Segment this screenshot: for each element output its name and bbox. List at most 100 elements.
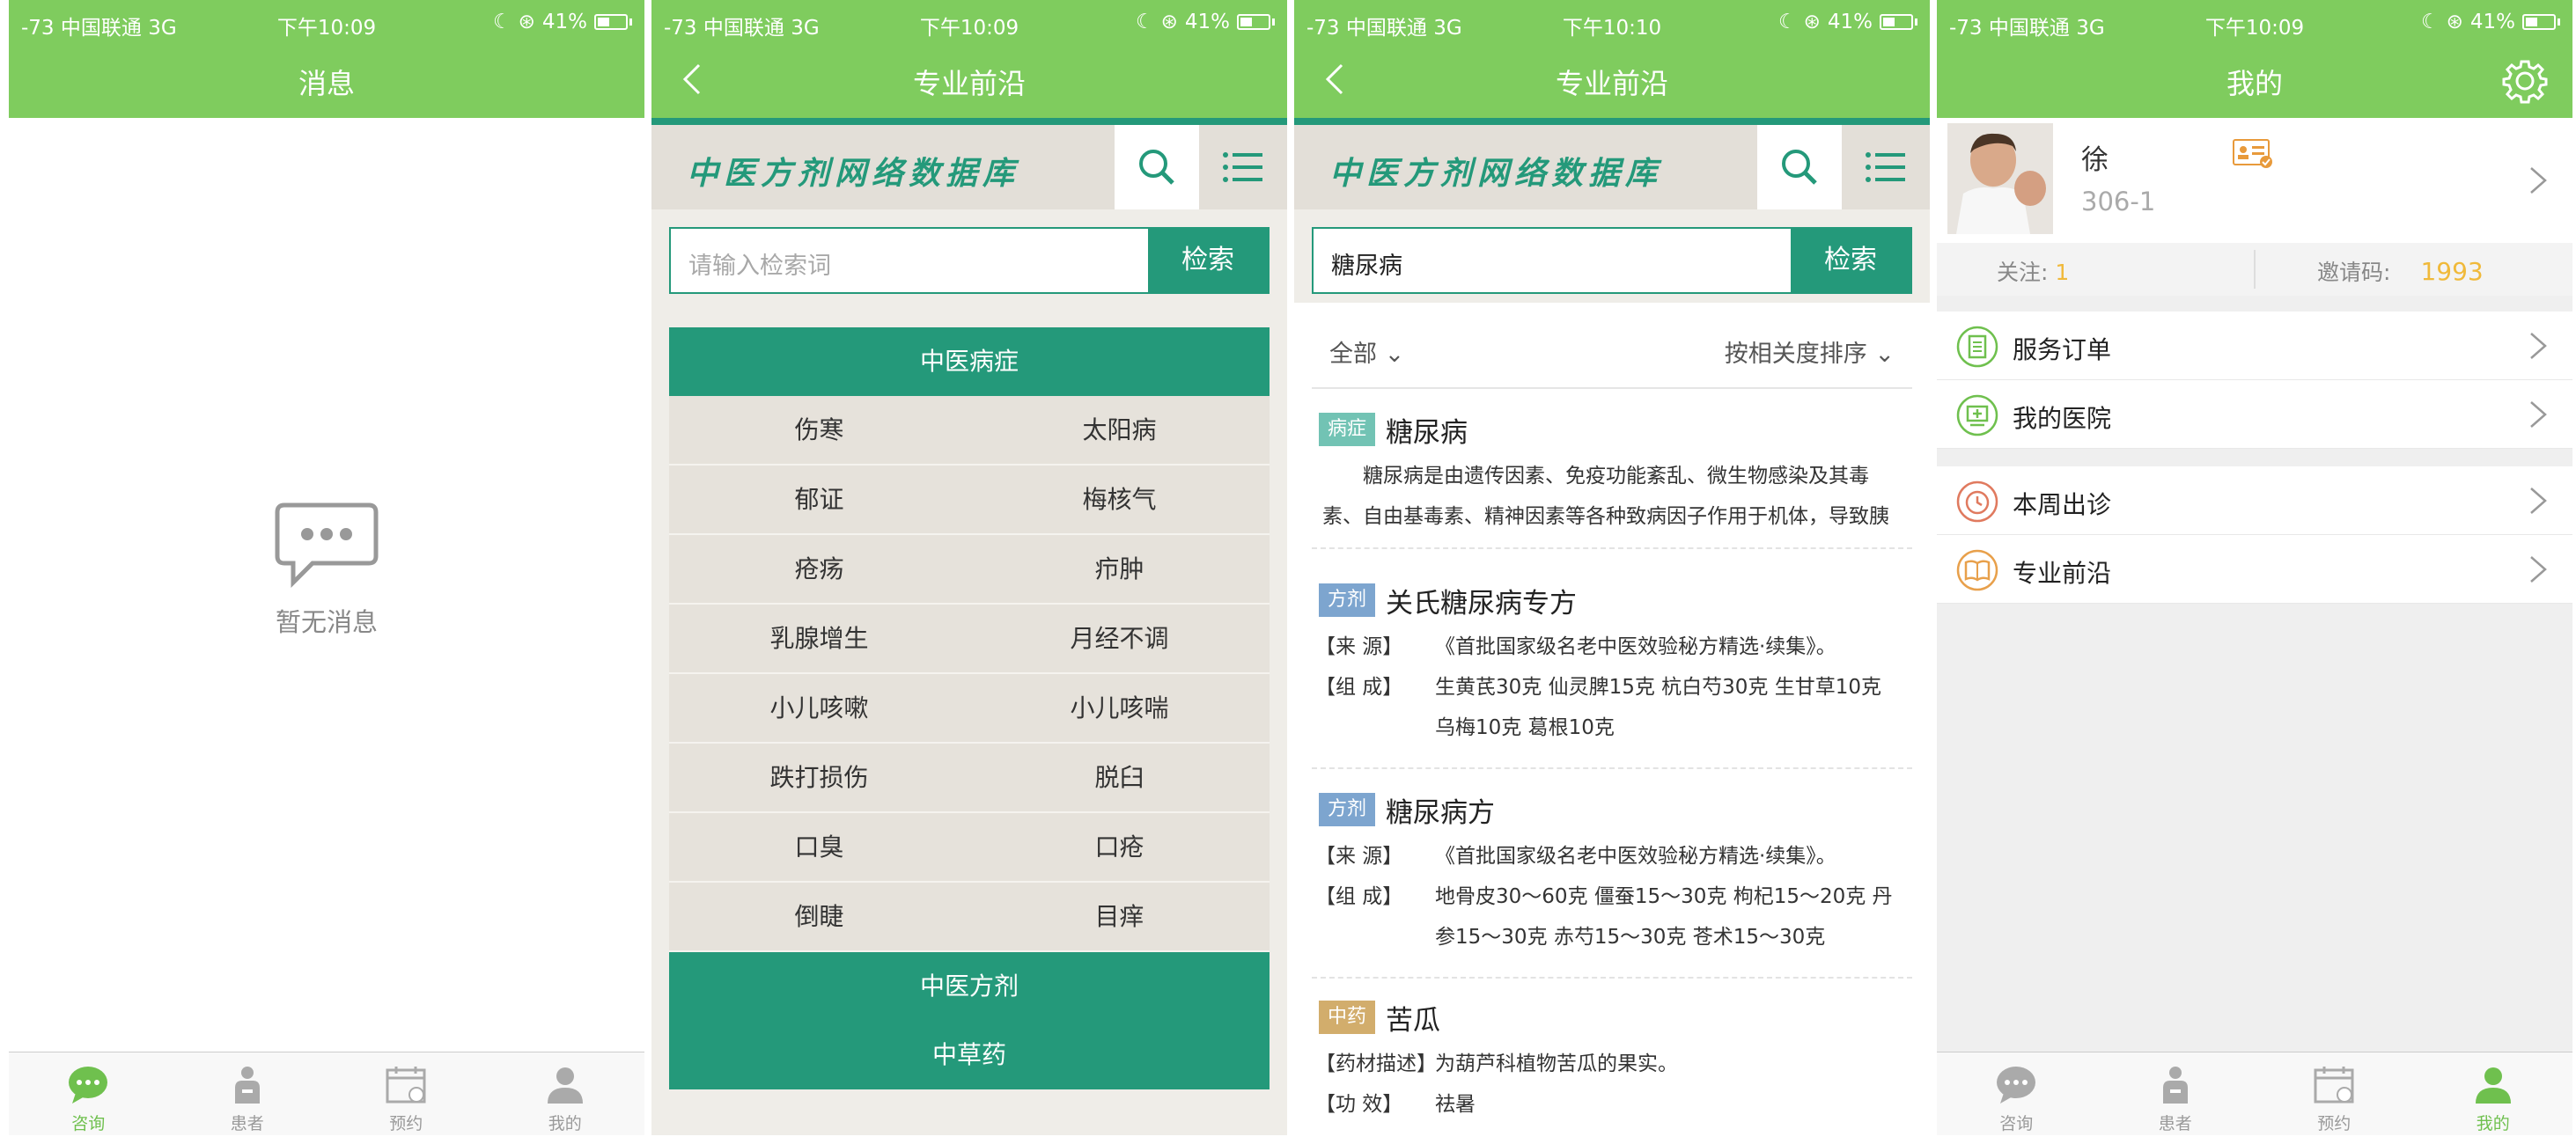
search-input[interactable]: 请输入检索词 xyxy=(688,246,831,281)
database-header: 中医方剂网络数据库 xyxy=(1294,125,1930,209)
moon-icon: ☾ xyxy=(1777,11,1797,33)
battery-icon xyxy=(594,14,628,30)
search-input[interactable]: 糖尿病 xyxy=(1331,246,1402,281)
nav-bar: 专业前沿 xyxy=(1294,44,1930,118)
empty-message-text: 暂无消息 xyxy=(275,607,378,637)
grid-item[interactable]: 小儿咳嗽 xyxy=(669,674,969,744)
tab-label: 患者 xyxy=(2158,1114,2192,1133)
database-logo-text: 中医方剂网络数据库 xyxy=(1329,155,1663,192)
result-type-tag: 方剂 xyxy=(1319,793,1376,826)
status-indicators: ☾ ⊛ 41% xyxy=(2421,11,2560,33)
tab-me[interactable]: 我的 xyxy=(2414,1052,2573,1135)
section-gap xyxy=(1937,296,2572,312)
grid-item[interactable]: 梅核气 xyxy=(969,466,1270,535)
search-bar: 糖尿病 检索 xyxy=(1312,227,1912,294)
chevron-down-icon: ⌄ xyxy=(1874,341,1895,368)
grid-item[interactable]: 口臭 xyxy=(669,813,969,883)
profile-card[interactable]: 徐 306-1 xyxy=(1937,118,2572,243)
profile-screen: -73 中国联通 3G 下午10:09 ☾ ⊛ 41% 我的 徐 306-1 关… xyxy=(1937,0,2572,1135)
menu-button[interactable] xyxy=(1199,125,1287,209)
chat-icon xyxy=(1997,1067,2036,1104)
tab-appointments[interactable]: 预约 xyxy=(327,1052,486,1135)
disease-grid: 伤寒 太阳病 郁证 梅核气 疮疡 疖肿 乳腺增生 月经不调 小儿咳嗽 小儿咳喘 … xyxy=(669,396,1270,952)
menu-button[interactable] xyxy=(1842,125,1930,209)
grid-item[interactable]: 郁证 xyxy=(669,466,969,535)
search-submit-button[interactable]: 检索 xyxy=(1148,229,1268,292)
grid-item[interactable]: 脱臼 xyxy=(969,744,1270,813)
tab-me[interactable]: 我的 xyxy=(486,1052,645,1135)
nav-bar: 专业前沿 xyxy=(651,44,1287,118)
grid-item[interactable]: 小儿咳喘 xyxy=(969,674,1270,744)
grid-item[interactable]: 疮疡 xyxy=(669,535,969,605)
result-item[interactable]: 方剂 糖尿病方 【来 源】 《首批国家级名老中医效验秘方精选·续集》。 【组 成】… xyxy=(1312,783,1912,979)
tab-appointments[interactable]: 预约 xyxy=(2255,1052,2414,1135)
grid-item[interactable]: 太阳病 xyxy=(969,396,1270,466)
sort-dropdown[interactable]: 按相关度排序 ⌄ xyxy=(1725,334,1895,369)
tab-consult[interactable]: 咨询 xyxy=(1937,1052,2096,1135)
search-icon-button[interactable] xyxy=(1115,125,1199,209)
chevron-right-icon xyxy=(2530,401,2547,428)
result-type-tag: 方剂 xyxy=(1319,583,1376,617)
battery-icon xyxy=(2522,14,2556,30)
search-submit-button[interactable]: 检索 xyxy=(1791,229,1910,292)
menu-my-hospital[interactable]: 我的医院 xyxy=(1937,380,2572,449)
hospital-icon xyxy=(1956,394,1998,436)
menu-weekly-clinic[interactable]: 本周出诊 xyxy=(1937,466,2572,535)
list-menu-icon xyxy=(1223,152,1262,182)
menu-label: 专业前沿 xyxy=(2013,559,2112,588)
composition-key: 【组 成】 xyxy=(1315,676,1403,699)
status-indicators: ☾ ⊛ 41% xyxy=(1778,11,1917,33)
tab-label: 咨询 xyxy=(71,1114,106,1133)
grid-item[interactable]: 口疮 xyxy=(969,813,1270,883)
grid-item[interactable]: 疖肿 xyxy=(969,535,1270,605)
list-menu-icon xyxy=(1866,152,1905,182)
invite-code-stat: 邀请码: 1993 xyxy=(2317,255,2484,287)
result-item[interactable]: 方剂 关氏糖尿病专方 【来 源】 《首批国家级名老中医效验秘方精选·续集》。 【组… xyxy=(1312,574,1912,769)
source-key: 【来 源】 xyxy=(1315,635,1403,658)
menu-professional-frontier[interactable]: 专业前沿 xyxy=(1937,535,2572,604)
grid-item[interactable]: 目痒 xyxy=(969,883,1270,952)
stats-row: 关注: 1 邀请码: 1993 xyxy=(1937,243,2572,296)
category-header-diseases[interactable]: 中医病症 xyxy=(669,327,1270,396)
tab-patients[interactable]: 患者 xyxy=(168,1052,328,1135)
search-icon xyxy=(1782,150,1817,185)
grid-item[interactable]: 跌打损伤 xyxy=(669,744,969,813)
search-bar: 请输入检索词 检索 xyxy=(669,227,1270,294)
battery-icon xyxy=(1880,14,1913,30)
gear-icon[interactable] xyxy=(2502,58,2548,104)
divider xyxy=(1294,118,1930,125)
grid-item[interactable]: 倒睫 xyxy=(669,883,969,952)
category-header-herbs[interactable]: 中草药 xyxy=(669,1021,1270,1089)
category-header-formulas[interactable]: 中医方剂 xyxy=(669,952,1270,1021)
tab-bar: 咨询 患者 预约 我的 xyxy=(1937,1052,2572,1135)
search-results-screen: -73 中国联通 3G 下午10:10 ☾ ⊛ 41% 专业前沿 中医方剂网络数… xyxy=(1294,0,1930,1135)
empty-state: 暂无消息 xyxy=(9,502,644,639)
result-title: 糖尿病方 xyxy=(1386,796,1496,829)
search-icon-button[interactable] xyxy=(1757,125,1842,209)
orientation-lock-icon: ⊛ xyxy=(2446,11,2463,33)
status-bar: -73 中国联通 3G 下午10:09 ☾ ⊛ 41% xyxy=(9,0,644,44)
follow-stat[interactable]: 关注: 1 xyxy=(1997,255,2069,287)
calendar-icon xyxy=(386,1067,426,1104)
result-item[interactable]: 中药 苦瓜 【药材描述】 为葫芦科植物苦瓜的果实。 【功 效】 祛暑 xyxy=(1312,991,1912,1135)
tab-consult[interactable]: 咨询 xyxy=(9,1052,168,1135)
result-item[interactable]: 病症 糖尿病 糖尿病是由遗传因素、免疫功能紊乱、微生物感染及其毒素、自由基毒素、… xyxy=(1312,403,1912,549)
status-indicators: ☾ ⊛ 41% xyxy=(1136,11,1275,33)
tab-patients[interactable]: 患者 xyxy=(2096,1052,2256,1135)
result-description: 糖尿病是由遗传因素、免疫功能紊乱、微生物感染及其毒素、自由基毒素、精神因素等各种… xyxy=(1322,465,1889,528)
grid-item[interactable]: 乳腺增生 xyxy=(669,605,969,674)
composition-value: 地骨皮30～60克 僵蚕15～30克 枸杞15～20克 丹参15～30克 赤芍1… xyxy=(1435,885,1893,949)
source-key: 【来 源】 xyxy=(1315,845,1403,868)
orientation-lock-icon: ⊛ xyxy=(1803,11,1821,33)
database-home-screen: -73 中国联通 3G 下午10:09 ☾ ⊛ 41% 专业前沿 中医方剂网络数… xyxy=(651,0,1287,1135)
page-title: 专业前沿 xyxy=(1555,67,1668,100)
filter-all-dropdown[interactable]: 全部 ⌄ xyxy=(1329,334,1404,369)
clock-icon xyxy=(1956,480,1998,523)
grid-item[interactable]: 伤寒 xyxy=(669,396,969,466)
menu-service-orders[interactable]: 服务订单 xyxy=(1937,312,2572,380)
invite-code: 1993 xyxy=(2420,257,2484,286)
avatar xyxy=(1947,123,2053,234)
grid-item[interactable]: 月经不调 xyxy=(969,605,1270,674)
patient-icon xyxy=(2162,1067,2188,1104)
result-title: 苦瓜 xyxy=(1386,1004,1441,1037)
